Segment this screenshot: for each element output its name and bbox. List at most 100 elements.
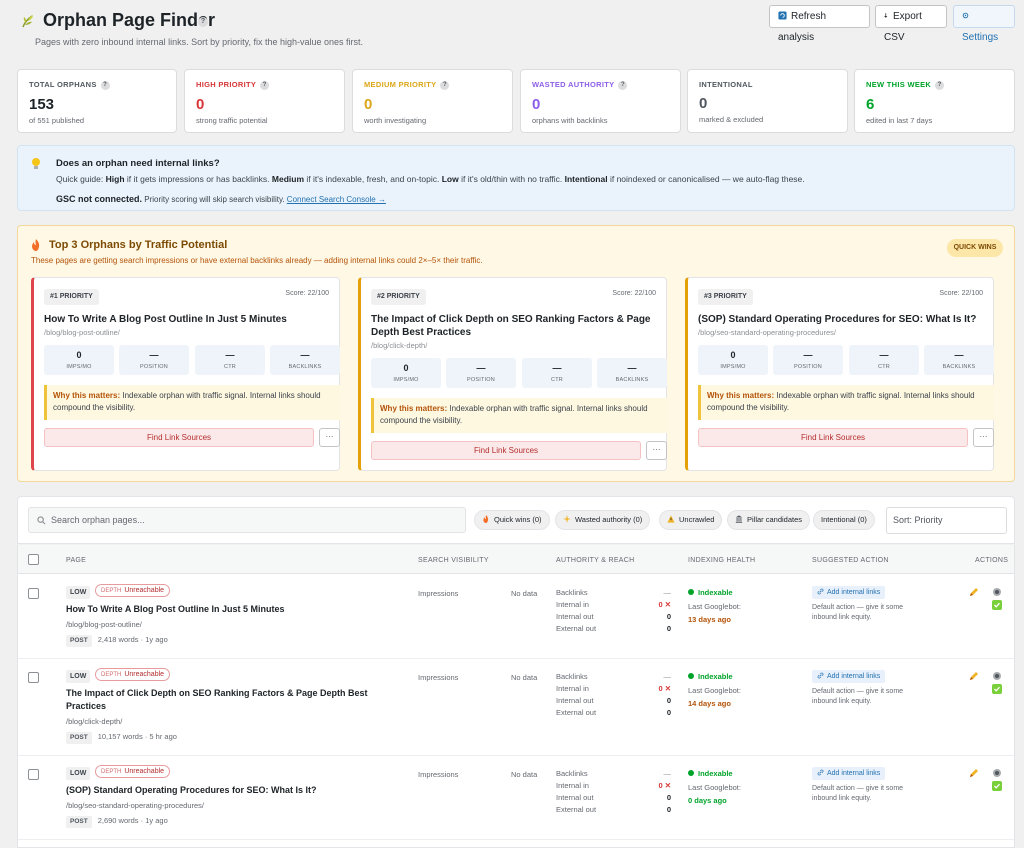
- impressions-label: Impressions: [418, 770, 459, 779]
- pillar-icon: [735, 515, 743, 523]
- help-icon[interactable]: ?: [935, 80, 945, 90]
- word-count: 2,418 words: [97, 635, 139, 644]
- metric-impressions: 0 IMPS/MO: [44, 345, 114, 375]
- external-out-label: External out: [556, 624, 597, 633]
- more-options-button[interactable]: ···: [973, 428, 994, 447]
- filter-chip-intentional[interactable]: Intentional (0): [813, 510, 875, 530]
- guide-intentional: Intentional: [564, 174, 608, 184]
- column-header[interactable]: SUGGESTED ACTION: [812, 557, 889, 564]
- metric-value: —: [149, 350, 159, 360]
- help-icon[interactable]: ?: [440, 80, 450, 90]
- index-status: Indexable: [698, 769, 733, 778]
- mark-intentional-check-icon[interactable]: [992, 600, 1002, 610]
- filter-chip-uncrawled[interactable]: Uncrawled: [659, 510, 723, 530]
- find-link-sources-button[interactable]: Find Link Sources: [698, 428, 968, 447]
- sort-select[interactable]: Sort: Priority: [886, 507, 1007, 534]
- find-link-sources-button[interactable]: Find Link Sources: [44, 428, 314, 447]
- table-row: LOW DEPTH Unreachable The Impact of Click…: [18, 659, 1014, 756]
- filter-chip-wasted-authority[interactable]: Wasted authority (0): [555, 510, 651, 530]
- metric-impressions: 0 IMPS/MO: [698, 345, 768, 375]
- stat-card-medium-priority: MEDIUM PRIORITY? 0 worth investigating: [352, 69, 513, 133]
- help-icon[interactable]: ?: [100, 80, 110, 90]
- card-page-title[interactable]: How To Write A Blog Post Outline In Just…: [44, 313, 329, 326]
- find-link-sources-button[interactable]: Find Link Sources: [371, 441, 641, 460]
- page-title: Orphan Page Finder: [43, 10, 216, 30]
- column-header[interactable]: INDEXING HEALTH: [688, 557, 755, 564]
- edit-pencil-icon[interactable]: [969, 587, 979, 597]
- add-internal-links-button[interactable]: Add internal links: [812, 586, 886, 599]
- column-header[interactable]: PAGE: [66, 557, 86, 564]
- metric-backlinks: — BACKLINKS: [597, 358, 667, 388]
- refresh-icon: [778, 11, 787, 20]
- metric-label: BACKLINKS: [942, 364, 976, 370]
- column-header[interactable]: SEARCH VISIBILITY: [418, 557, 489, 564]
- modified-ago: 1y ago: [145, 635, 168, 644]
- row-checkbox[interactable]: [28, 588, 39, 599]
- metric-ctr: — CTR: [522, 358, 592, 388]
- table-row: LOW DEPTH Unreachable How To Write A Blog…: [18, 575, 1014, 659]
- view-icon[interactable]: [992, 587, 1002, 597]
- metric-value: 0: [76, 350, 82, 360]
- metric-label: BACKLINKS: [615, 377, 649, 383]
- settings-button[interactable]: Settings: [953, 5, 1015, 43]
- more-options-button[interactable]: ···: [646, 441, 667, 460]
- info-guide-box: Does an orphan need internal links? Quic…: [17, 145, 1015, 211]
- row-page-title[interactable]: How To Write A Blog Post Outline In Just…: [66, 603, 391, 616]
- edit-pencil-icon[interactable]: [969, 671, 979, 681]
- edit-pencil-icon[interactable]: [969, 768, 979, 778]
- backlinks-value: —: [663, 672, 672, 681]
- metric-label: BACKLINKS: [288, 364, 322, 370]
- help-icon[interactable]: ?: [198, 17, 208, 27]
- search-input[interactable]: [51, 512, 451, 528]
- filter-chip-pillar-candidates[interactable]: Pillar candidates: [727, 510, 811, 530]
- index-status: Indexable: [698, 588, 733, 597]
- select-all-checkbox[interactable]: [28, 554, 39, 565]
- view-icon[interactable]: [992, 768, 1002, 778]
- help-icon[interactable]: ?: [618, 80, 628, 90]
- add-link-label: Add internal links: [827, 673, 881, 680]
- stat-label: MEDIUM PRIORITY: [364, 80, 437, 89]
- mark-intentional-check-icon[interactable]: [992, 781, 1002, 791]
- export-csv-button[interactable]: Export CSV: [875, 5, 947, 43]
- depth-label: DEPTH: [101, 588, 122, 594]
- stat-label: WASTED AUTHORITY: [532, 80, 615, 89]
- modified-ago: 1y ago: [145, 816, 168, 825]
- stat-label: INTENTIONAL: [699, 80, 753, 89]
- internal-in-value: 0: [658, 684, 663, 693]
- row-checkbox[interactable]: [28, 769, 39, 780]
- column-header[interactable]: AUTHORITY & REACH: [556, 557, 634, 564]
- depth-badge: DEPTH Unreachable: [95, 584, 171, 597]
- row-checkbox[interactable]: [28, 672, 39, 683]
- search-box: [28, 507, 466, 533]
- add-internal-links-button[interactable]: Add internal links: [812, 670, 886, 683]
- refresh-analysis-button[interactable]: Refresh analysis: [769, 5, 870, 43]
- view-icon[interactable]: [992, 671, 1002, 681]
- connect-search-console-link[interactable]: Connect Search Console →: [287, 195, 386, 204]
- indexing-health: Indexable Last Googlebot: 13 days ago: [688, 588, 741, 624]
- metric-value: 0: [403, 363, 409, 373]
- metric-label: POSITION: [140, 364, 168, 370]
- why-this-matters: Why this matters: Indexable orphan with …: [371, 398, 667, 433]
- help-icon[interactable]: ?: [260, 80, 270, 90]
- page-subtitle: Pages with zero inbound internal links. …: [35, 37, 363, 47]
- card-page-title[interactable]: The Impact of Click Depth on SEO Ranking…: [371, 313, 656, 339]
- row-page-url: /blog/click-depth/: [66, 717, 123, 726]
- stat-value: 153: [29, 95, 55, 113]
- search-icon: [37, 516, 46, 525]
- top-orphan-card: #2 PRIORITY Score: 22/100 The Impact of …: [358, 277, 667, 471]
- add-internal-links-button[interactable]: Add internal links: [812, 767, 886, 780]
- card-page-title[interactable]: (SOP) Standard Operating Procedures for …: [698, 313, 983, 326]
- filter-chip-quick-wins[interactable]: Quick wins (0): [474, 510, 550, 530]
- metric-value: —: [803, 350, 813, 360]
- chip-label: Wasted authority (0): [575, 515, 643, 524]
- priority-badge: LOW: [66, 767, 91, 780]
- guide-medium: Medium: [271, 174, 305, 184]
- more-options-button[interactable]: ···: [319, 428, 340, 447]
- stat-card-intentional: INTENTIONAL 0 marked & excluded: [687, 69, 848, 133]
- info-title: Does an orphan need internal links?: [56, 158, 220, 169]
- row-page-title[interactable]: (SOP) Standard Operating Procedures for …: [66, 784, 391, 797]
- row-page-title[interactable]: The Impact of Click Depth on SEO Ranking…: [66, 687, 391, 713]
- mark-intentional-check-icon[interactable]: [992, 684, 1002, 694]
- quick-wins-badge: QUICK WINS: [947, 239, 1003, 257]
- stat-label: TOTAL ORPHANS: [29, 80, 97, 89]
